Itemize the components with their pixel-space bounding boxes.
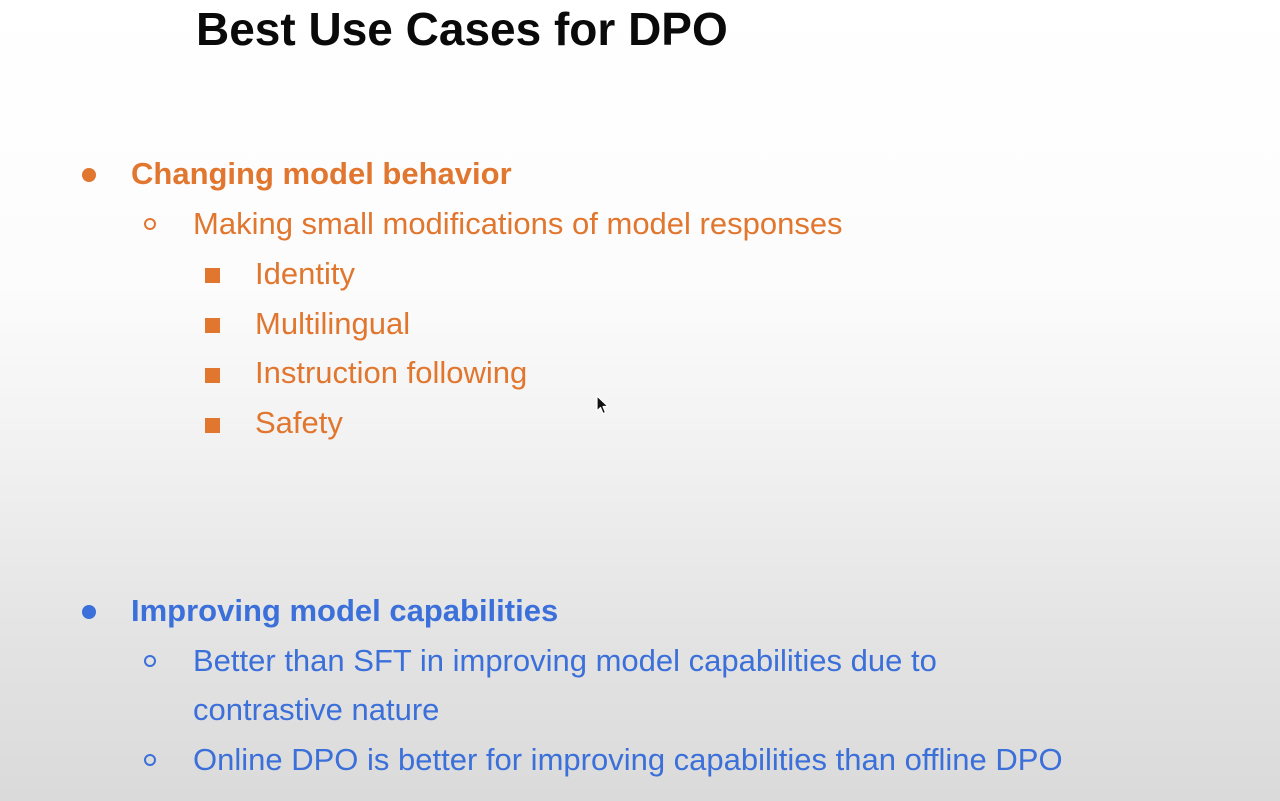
filled-square-bullet-icon bbox=[205, 368, 220, 383]
mouse-pointer-icon bbox=[596, 395, 609, 415]
filled-square-bullet-icon bbox=[205, 418, 220, 433]
section-heading: Improving model capabilities bbox=[131, 593, 559, 628]
subitem-text: Making small modifications of model resp… bbox=[193, 206, 843, 241]
subitem-text-line1: Better than SFT in improving model capab… bbox=[193, 643, 937, 678]
filled-circle-bullet-icon bbox=[82, 605, 96, 619]
filled-square-bullet-icon bbox=[205, 268, 220, 283]
subitem-text-line2: contrastive nature bbox=[193, 692, 440, 727]
list-item-instruction-following: Instruction following bbox=[255, 355, 528, 390]
hollow-circle-bullet-icon bbox=[144, 754, 156, 766]
slide: Best Use Cases for DPO Changing model be… bbox=[0, 0, 1280, 801]
list-item-safety: Safety bbox=[255, 405, 343, 440]
hollow-circle-bullet-icon bbox=[144, 218, 156, 230]
filled-circle-bullet-icon bbox=[82, 168, 96, 182]
slide-title: Best Use Cases for DPO bbox=[196, 3, 728, 55]
subitem-text: Online DPO is better for improving capab… bbox=[193, 742, 1063, 777]
list-item-identity: Identity bbox=[255, 256, 355, 291]
section-heading: Changing model behavior bbox=[131, 156, 512, 191]
filled-square-bullet-icon bbox=[205, 318, 220, 333]
list-item-multilingual: Multilingual bbox=[255, 306, 411, 341]
hollow-circle-bullet-icon bbox=[144, 655, 156, 667]
